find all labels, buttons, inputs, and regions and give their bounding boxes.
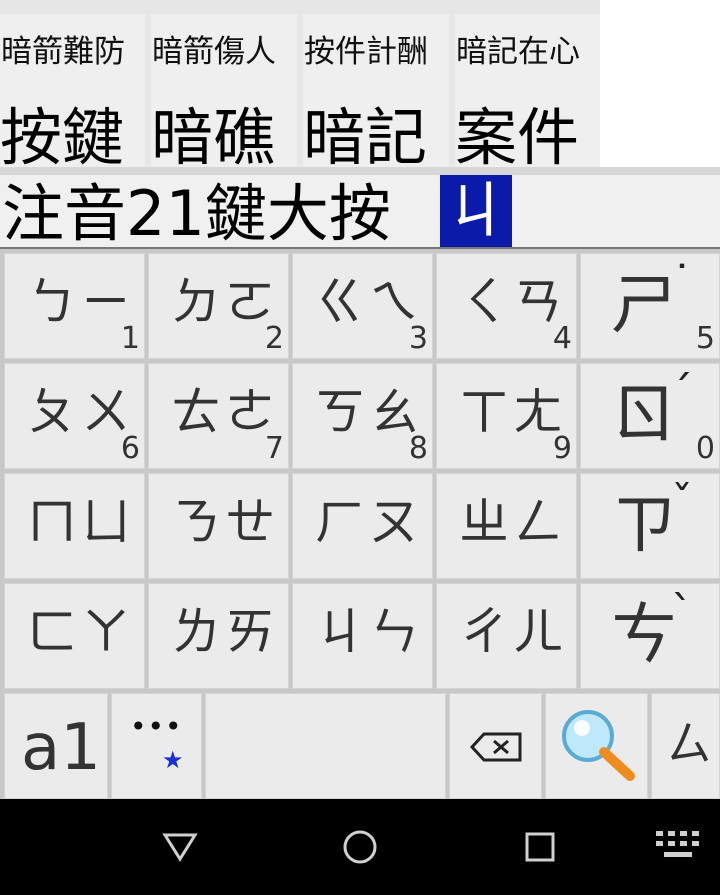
key-le-ai[interactable]: ㄌㄞ — [148, 583, 289, 689]
key-main-label: ㄇㄩ — [27, 493, 135, 551]
key-po-wu[interactable]: ㄆㄨ 6 — [4, 363, 145, 469]
keyboard-switch-button[interactable] — [648, 821, 710, 873]
key-zhi-eng[interactable]: ㄓㄥ — [436, 473, 577, 579]
key-qi-an[interactable]: ㄑㄢ 4 — [436, 253, 577, 359]
key-main-label: ㄊㄜ — [171, 383, 279, 441]
composing-bar: 注音21鍵大按 ㄐ — [0, 175, 720, 250]
key-number: 6 — [120, 431, 140, 466]
key-ji-en[interactable]: ㄐㄣ — [292, 583, 433, 689]
key-number: 9 — [552, 431, 572, 466]
key-bo-yi[interactable]: ㄅㄧ 1 — [4, 253, 145, 359]
star-icon: ★ — [162, 746, 184, 774]
key-he-ou[interactable]: ㄏㄡ — [292, 473, 433, 579]
key-ci-fourth-tone[interactable]: ㄘ ˋ — [580, 583, 720, 689]
key-main-label: ㄕ — [611, 266, 677, 343]
key-main-label: ㄒㄤ — [459, 383, 567, 441]
key-main-label: ㄗ — [611, 486, 677, 563]
nav-home-icon — [343, 830, 377, 864]
more-symbols-button[interactable]: ••• ★ — [111, 693, 202, 799]
key-ne-eh[interactable]: ㄋㄝ — [148, 473, 289, 579]
candidate-bar: 暗箭難防 按鍵 暗箭傷人 暗礁 按件計酬 暗記 暗記在心 案件 — [0, 0, 600, 167]
more-dots-icon: ••• — [130, 710, 183, 743]
key-main-label: ㄏㄡ — [315, 493, 423, 551]
nav-back-icon — [162, 833, 198, 862]
key-main-label: ㄔㄦ — [459, 603, 567, 661]
key-chi-er[interactable]: ㄔㄦ — [436, 583, 577, 689]
key-main-label: ㄐㄣ — [315, 603, 423, 661]
key-main-label: ㄑㄢ — [459, 273, 567, 331]
key-shi-neutral-tone[interactable]: ㄕ ˙ 5 — [580, 253, 720, 359]
key-main-label: ㄈㄚ — [27, 603, 135, 661]
zhuyin-keyboard: ㄅㄧ 1 ㄉㄛ 2 ㄍㄟ 3 ㄑㄢ 4 ㄕ ˙ 5 ㄆㄨ 6 ㄊㄜ 7 ㄎㄠ 8… — [0, 249, 720, 799]
key-number: 8 — [408, 431, 428, 466]
backspace-key[interactable] — [449, 693, 542, 799]
key-main-label: ㄘ — [611, 596, 677, 673]
key-number: 7 — [264, 431, 284, 466]
key-main-label: ㄎㄠ — [315, 383, 423, 441]
candidate-separator — [0, 167, 720, 175]
mode-switch-button[interactable]: a1 — [4, 693, 108, 799]
candidate-1[interactable]: 暗箭傷人 暗礁 — [151, 14, 297, 167]
candidate-word: 暗礁 — [151, 101, 276, 167]
key-si[interactable]: ㄙ — [651, 693, 720, 799]
keyboard-switch-icon — [656, 831, 699, 857]
key-main-label: ㄖ — [611, 376, 677, 453]
key-number: 1 — [120, 321, 140, 356]
key-tone-mark: ˙ — [671, 257, 693, 308]
system-nav-bar — [0, 799, 720, 895]
nav-recents-icon — [525, 832, 555, 862]
key-te-e[interactable]: ㄊㄜ 7 — [148, 363, 289, 469]
composing-cursor-char: ㄐ — [440, 175, 512, 247]
key-main-label: ㄓㄥ — [459, 493, 567, 551]
nav-home-button[interactable] — [334, 821, 386, 873]
key-ke-ao[interactable]: ㄎㄠ 8 — [292, 363, 433, 469]
key-main-label: ㄍㄟ — [315, 273, 423, 331]
candidate-phrase: 暗箭難防 — [1, 34, 125, 70]
backspace-icon — [470, 732, 522, 762]
key-de-o[interactable]: ㄉㄛ 2 — [148, 253, 289, 359]
mode-switch-label: a1 — [21, 711, 101, 785]
candidate-phrase: 按件計酬 — [304, 34, 428, 70]
key-ri-second-tone[interactable]: ㄖ ˊ 0 — [580, 363, 720, 469]
key-number: 2 — [264, 321, 284, 356]
candidate-0[interactable]: 暗箭難防 按鍵 — [0, 14, 145, 167]
key-tone-mark: ˇ — [671, 477, 693, 528]
key-main-label: ㄆㄨ — [27, 383, 135, 441]
nav-recents-button[interactable] — [514, 821, 566, 873]
key-zi-third-tone[interactable]: ㄗ ˇ — [580, 473, 720, 579]
search-key[interactable] — [545, 693, 648, 799]
key-ge-ei[interactable]: ㄍㄟ 3 — [292, 253, 433, 359]
space-key[interactable] — [205, 693, 446, 799]
key-tone-mark: ˊ — [671, 367, 693, 418]
composing-text: 注音21鍵大按 — [2, 177, 391, 250]
key-number: 4 — [552, 321, 572, 356]
candidate-3[interactable]: 暗記在心 案件 — [455, 14, 600, 167]
key-main-label: ㄌㄞ — [171, 603, 279, 661]
candidate-word: 案件 — [455, 101, 580, 167]
key-fo-a[interactable]: ㄈㄚ — [4, 583, 145, 689]
key-main-label: ㄅㄧ — [27, 273, 135, 331]
candidate-phrase: 暗箭傷人 — [152, 34, 276, 70]
key-tone-mark: ˋ — [671, 587, 693, 638]
search-icon — [562, 710, 635, 781]
key-number: 5 — [695, 321, 715, 356]
candidate-word: 暗記 — [303, 101, 428, 167]
candidate-phrase: 暗記在心 — [456, 34, 580, 70]
candidate-2[interactable]: 按件計酬 暗記 — [303, 14, 449, 167]
nav-back-button[interactable] — [154, 821, 206, 873]
key-mo-yu[interactable]: ㄇㄩ — [4, 473, 145, 579]
key-main-label: ㄋㄝ — [171, 493, 279, 551]
key-xi-ang[interactable]: ㄒㄤ 9 — [436, 363, 577, 469]
candidate-word: 按鍵 — [0, 101, 125, 167]
key-number: 0 — [695, 431, 715, 466]
key-main-label: ㄉㄛ — [171, 273, 279, 331]
key-number: 3 — [408, 321, 428, 356]
key-main-label: ㄙ — [666, 717, 712, 771]
